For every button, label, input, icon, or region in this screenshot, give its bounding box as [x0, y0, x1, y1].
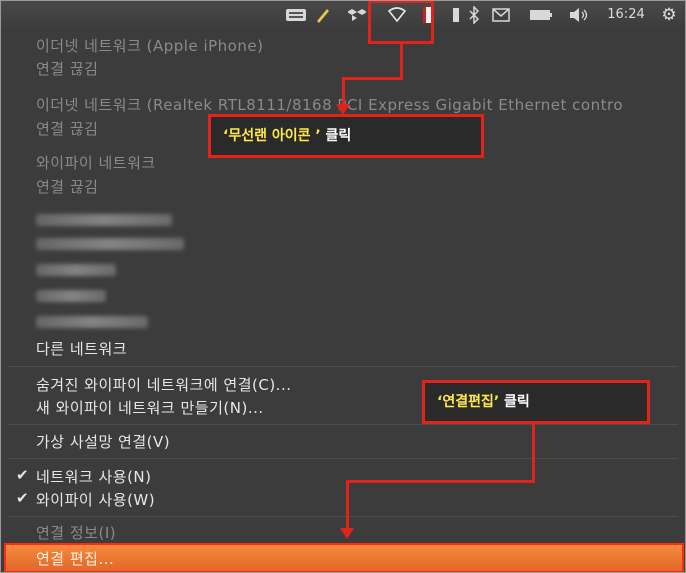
- volume-icon[interactable]: [566, 4, 592, 26]
- ethernet-realtek-status: 연결 끊김: [36, 120, 99, 138]
- battery-icon[interactable]: [527, 4, 555, 26]
- callout-edit-action: 클릭: [499, 394, 530, 410]
- ethernet-realtek-title: 이더넷 네트워크 (Realtek RTL8111/8168 PCI Expre…: [36, 96, 624, 114]
- gear-icon[interactable]: ⚙: [658, 4, 680, 26]
- clock[interactable]: 16:24: [604, 4, 648, 26]
- annotation-line: [342, 77, 345, 107]
- menu-separator: [8, 458, 678, 459]
- menu-separator: [8, 516, 678, 517]
- wifi-network-item[interactable]: [36, 316, 148, 328]
- callout-edit-label: ‘연결편집’: [437, 394, 500, 410]
- edit-connections-callout: ‘연결편집’ 클릭: [422, 380, 650, 424]
- wifi-icon-callout: ‘무선랜 아이콘 ’ 클릭: [208, 114, 484, 158]
- connection-info-item: 연결 정보(I): [36, 524, 117, 542]
- annotation-arrow: [340, 528, 354, 539]
- ethernet-iphone-status: 연결 끊김: [36, 60, 99, 78]
- connect-hidden-wifi-item[interactable]: 숨겨진 와이파이 네트워크에 연결(C)...: [36, 374, 292, 395]
- create-new-wifi-item[interactable]: 새 와이파이 네트워크 만들기(N)...: [36, 397, 264, 418]
- wifi-network-item[interactable]: [36, 238, 184, 250]
- top-panel: 16:24 ⚙: [0, 0, 686, 31]
- keyboard-icon[interactable]: [284, 4, 308, 26]
- enable-wifi-item[interactable]: 와이파이 사용(W): [36, 489, 155, 510]
- callout-wifi-label: ‘무선랜 아이콘 ’: [223, 128, 321, 144]
- dropbox-icon[interactable]: [346, 4, 368, 26]
- check-icon: ✔: [16, 489, 29, 507]
- annotation-line: [346, 480, 535, 483]
- wifi-network-status: 연결 끊김: [36, 178, 99, 196]
- annotation-line: [400, 44, 403, 80]
- vpn-connections-item[interactable]: 가상 사설망 연결(V): [36, 431, 170, 452]
- ethernet-iphone-title: 이더넷 네트워크 (Apple iPhone): [36, 37, 264, 55]
- annotation-line: [342, 77, 403, 80]
- wifi-network-item[interactable]: [36, 214, 172, 226]
- enable-networking-item[interactable]: 네트워크 사용(N): [36, 466, 152, 487]
- wifi-icon-highlight-box: [368, 0, 434, 44]
- bluetooth-icon[interactable]: [466, 4, 482, 26]
- other-networks-item[interactable]: 다른 네트워크: [36, 338, 127, 359]
- wifi-network-title: 와이파이 네트워크: [36, 154, 156, 172]
- wifi-network-item[interactable]: [36, 290, 106, 302]
- mail-icon[interactable]: [490, 4, 512, 26]
- annotation-line: [532, 424, 535, 482]
- menu-separator: [8, 366, 678, 367]
- annotation-line: [346, 480, 349, 530]
- pen-icon[interactable]: [312, 4, 334, 26]
- menu-separator: [8, 424, 678, 425]
- check-icon: ✔: [16, 466, 29, 484]
- callout-wifi-action: 클릭: [320, 128, 352, 144]
- usb-icon[interactable]: [448, 4, 464, 26]
- wifi-network-item[interactable]: [36, 264, 116, 276]
- edit-connections-label[interactable]: 연결 편집...: [36, 548, 114, 569]
